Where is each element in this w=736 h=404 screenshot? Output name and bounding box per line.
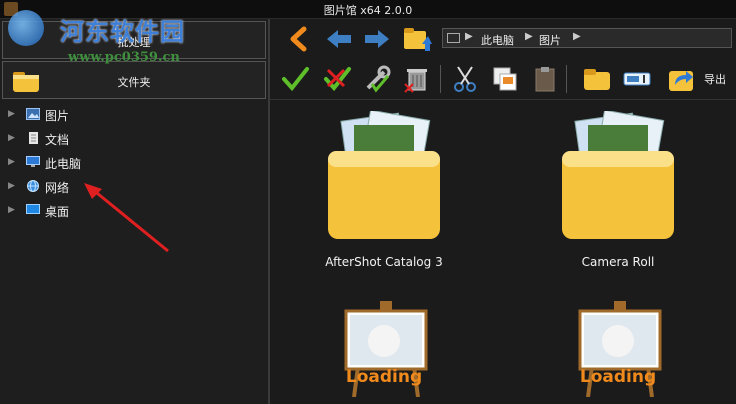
breadcrumb-separator-icon[interactable]: ▶ — [465, 31, 473, 42]
tree-item-label: 图片 — [45, 109, 70, 123]
loading-tile[interactable]: Loading — [304, 301, 464, 401]
action-toolbar: 导出 — [270, 59, 736, 100]
expand-arrow-icon[interactable]: ▶ — [8, 109, 15, 119]
tree-item-label: 此电脑 — [45, 157, 82, 171]
expand-arrow-icon[interactable]: ▶ — [8, 181, 15, 191]
left-panel: 批处理 文件夹 ▶ 图片 ▶ 文档 ▶ 此电脑 ▶ 网络 ▶ 桌面 — [0, 19, 268, 404]
toolbar-separator — [566, 65, 567, 93]
paste-icon[interactable] — [530, 64, 560, 94]
expand-arrow-icon[interactable]: ▶ — [8, 133, 15, 143]
open-folder-icon[interactable] — [402, 24, 432, 54]
computer-icon — [447, 33, 460, 43]
tree-item-this-pc[interactable]: ▶ 此电脑 — [0, 151, 268, 175]
breadcrumb-separator-icon[interactable]: ▶ — [525, 31, 533, 42]
desktop-icon — [26, 204, 40, 214]
navigation-toolbar: ▶ 此电脑 ▶ 图片 ▶ — [270, 19, 736, 59]
batch-process-button[interactable]: 批处理 — [2, 21, 266, 59]
computer-icon — [26, 156, 40, 167]
folder-name: Camera Roll — [581, 255, 655, 269]
folder-button[interactable]: 文件夹 — [2, 61, 266, 99]
tree-item-label: 文档 — [45, 133, 70, 147]
cut-scissors-icon[interactable] — [450, 64, 480, 94]
invert-selection-icon[interactable] — [322, 64, 352, 94]
tree-item-label: 桌面 — [45, 205, 70, 219]
rename-icon[interactable] — [622, 64, 652, 94]
back-arrow-icon[interactable] — [324, 24, 354, 54]
toolbar-separator — [440, 65, 441, 93]
copy-icon[interactable] — [490, 64, 520, 94]
forward-arrow-icon[interactable] — [362, 24, 392, 54]
loading-label: Loading — [345, 367, 423, 387]
breadcrumb-this-pc[interactable]: 此电脑 — [481, 32, 514, 48]
address-bar[interactable]: ▶ 此电脑 ▶ 图片 ▶ — [442, 28, 732, 48]
loading-label: Loading — [579, 367, 657, 387]
folder-label: 文件夹 — [117, 76, 151, 89]
delete-trash-icon[interactable] — [402, 64, 432, 94]
export-icon[interactable] — [666, 64, 696, 94]
folder-thumbnail-icon — [328, 111, 440, 239]
tree-item-documents[interactable]: ▶ 文档 — [0, 127, 268, 151]
new-folder-icon[interactable] — [582, 64, 612, 94]
pictures-icon — [26, 108, 40, 120]
expand-arrow-icon[interactable]: ▶ — [8, 205, 15, 215]
window-title: 图片馆 x64 2.0.0 — [323, 4, 413, 17]
network-icon — [27, 180, 39, 192]
right-panel: ▶ 此电脑 ▶ 图片 ▶ 导出 AfterShot Catalog 3 Came… — [270, 19, 736, 404]
tree-item-label: 网络 — [45, 181, 70, 195]
breadcrumb-pictures[interactable]: 图片 — [539, 32, 561, 48]
export-label[interactable]: 导出 — [704, 71, 726, 87]
batch-process-label: 批处理 — [117, 36, 151, 49]
title-bar: 图片馆 x64 2.0.0 — [0, 0, 736, 19]
folder-tile[interactable]: Camera Roll — [538, 111, 698, 271]
folder-tile[interactable]: AfterShot Catalog 3 — [304, 111, 464, 271]
expand-arrow-icon[interactable]: ▶ — [8, 157, 15, 167]
breadcrumb-separator-icon[interactable]: ▶ — [573, 31, 581, 42]
tree-item-pictures[interactable]: ▶ 图片 — [0, 103, 268, 127]
folder-name: AfterShot Catalog 3 — [325, 255, 443, 269]
documents-icon — [29, 132, 38, 144]
folder-thumbnail-icon — [562, 111, 674, 239]
select-all-check-icon[interactable] — [280, 64, 310, 94]
annotation-arrow-icon — [84, 183, 169, 253]
loading-tile[interactable]: Loading — [538, 301, 698, 401]
tools-icon[interactable] — [362, 64, 392, 94]
thumbnail-grid: AfterShot Catalog 3 Camera Roll Loading — [270, 101, 736, 404]
up-level-icon[interactable] — [284, 24, 314, 54]
